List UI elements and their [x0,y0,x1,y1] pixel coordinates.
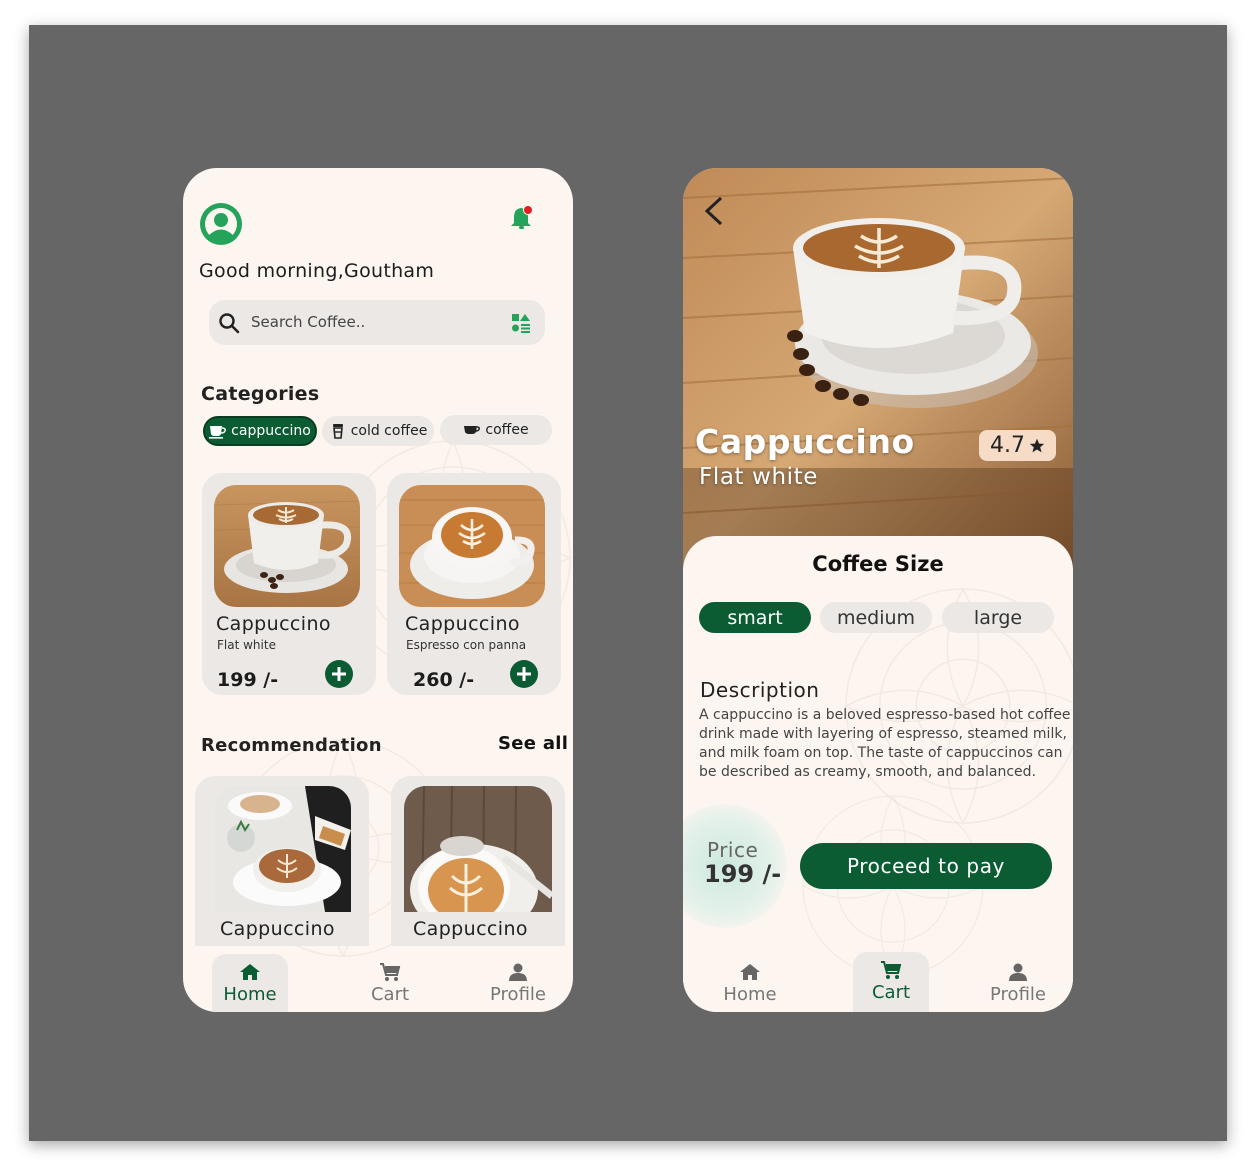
cart-icon [881,961,902,979]
product-subtitle: Flat white [699,464,818,490]
category-chip-coffee[interactable]: coffee [440,415,552,445]
product-price: 260 /- [413,669,475,691]
back-icon[interactable] [701,194,727,228]
bottom-nav: Home Cart Profile [183,948,573,1012]
category-label: coffee [485,422,529,438]
profile-icon [1009,963,1027,981]
product-subtitle: Espresso con panna [406,638,527,652]
recommendation-image [215,786,351,912]
nav-cart[interactable]: Cart [352,954,428,1012]
search-input[interactable]: Search Coffee.. [251,313,365,331]
home-screen: Good morning,Goutham Search Coffee.. Cat… [183,168,573,1012]
nav-home[interactable]: Home [212,954,288,1012]
categories-title: Categories [201,383,320,405]
nav-profile[interactable]: Profile [980,954,1056,1012]
see-all-link[interactable]: See all [498,733,568,754]
add-to-cart-icon[interactable] [510,660,538,688]
size-option-large[interactable]: large [942,602,1054,633]
search-bar[interactable]: Search Coffee.. [209,300,545,345]
recommendation-image [404,786,552,912]
product-price: 199 /- [217,669,279,691]
price-value: 199 /- [704,860,782,888]
product-title: Cappuccino [695,422,915,461]
product-image [399,485,545,607]
greeting-text: Good morning,Goutham [199,260,435,282]
filter-icon[interactable] [511,313,531,333]
nav-label: Profile [490,984,546,1005]
product-card[interactable]: Cappuccino Espresso con panna 260 /- [387,473,561,695]
profile-icon [509,963,527,981]
product-name: Cappuccino [405,613,520,635]
proceed-to-pay-button[interactable]: Proceed to pay [800,843,1052,889]
category-chip-cappuccino[interactable]: cappuccino [203,416,317,446]
category-chip-cold-coffee[interactable]: cold coffee [322,416,434,446]
rating-badge: 4.7 [979,430,1056,461]
star-icon [1029,438,1045,452]
size-option-smart[interactable]: smart [699,602,811,633]
search-icon [219,313,240,334]
rating-value: 4.7 [990,433,1025,458]
recommendation-card[interactable]: Cappuccino [195,776,369,946]
recommendation-card[interactable]: Cappuccino [391,776,565,946]
description-text: A cappuccino is a beloved espresso-based… [699,707,1071,780]
description-title: Description [700,678,820,702]
bottom-nav: Home Cart Profile [683,948,1073,1012]
recommendation-name: Cappuccino [413,918,528,940]
price-label: Price [707,838,759,862]
nav-cart[interactable]: Cart [853,952,929,1012]
size-option-medium[interactable]: medium [820,602,932,633]
nav-profile[interactable]: Profile [480,954,556,1012]
cart-icon [380,963,401,981]
product-name: Cappuccino [216,613,331,635]
home-icon [740,964,760,980]
nav-home[interactable]: Home [712,954,788,1012]
add-to-cart-icon[interactable] [325,660,353,688]
home-icon [240,964,260,980]
recommendation-title: Recommendation [201,735,382,756]
avatar-icon[interactable] [200,203,242,245]
hero-image [683,168,1073,568]
product-card[interactable]: Cappuccino Flat white 199 /- [202,473,376,695]
nav-label: Cart [871,982,911,1003]
nav-label: Profile [990,984,1046,1005]
cold-cup-icon [332,424,343,439]
coffee-cup-icon [464,426,481,434]
category-label: cold coffee [350,423,428,439]
nav-label: Home [223,984,277,1005]
product-subtitle: Flat white [217,638,276,652]
nav-label: Cart [370,984,410,1005]
nav-label: Home [723,984,777,1005]
category-label: cappuccino [231,423,311,439]
cup-icon [209,426,227,439]
detail-screen: Cappuccino Flat white 4.7 Coffee Size sm… [683,168,1073,1012]
recommendation-name: Cappuccino [220,918,335,940]
notification-bell-icon[interactable] [509,204,535,232]
product-image [214,485,360,607]
coffee-size-title: Coffee Size [812,552,944,576]
